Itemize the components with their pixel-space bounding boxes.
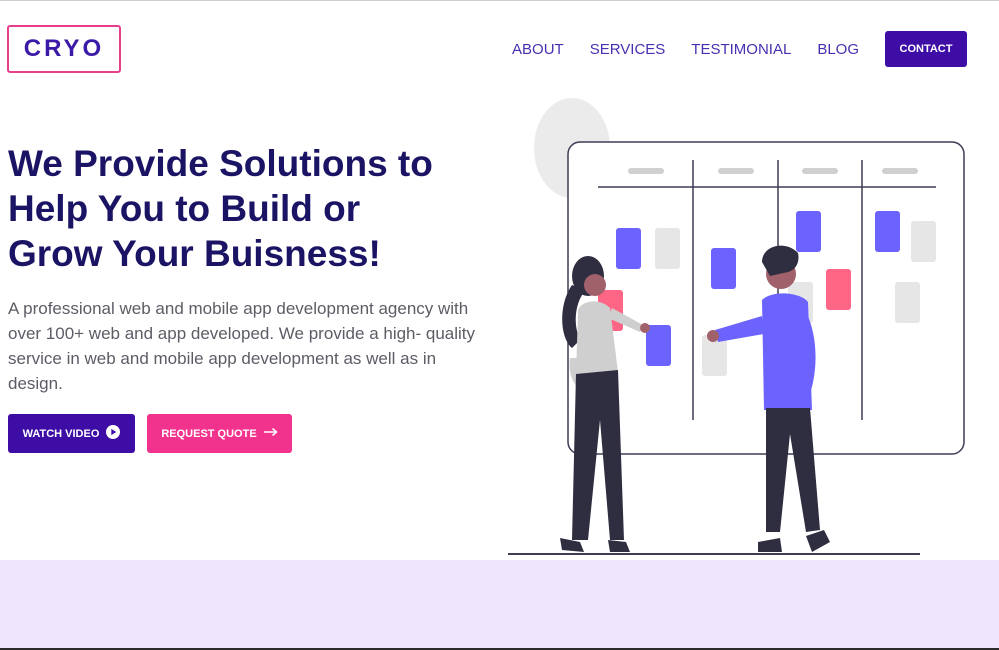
hero-title-line-3: Grow Your Buisness!	[8, 233, 381, 274]
hero-title: We Provide Solutions to Help You to Buil…	[8, 141, 478, 276]
request-quote-button[interactable]: REQUEST QUOTE	[147, 414, 292, 453]
play-circle-icon	[106, 425, 121, 442]
hero-title-line-2: Help You to Build or	[8, 188, 361, 229]
contact-button[interactable]: CONTACT	[885, 31, 967, 67]
nav-services[interactable]: SERVICES	[590, 41, 666, 58]
main-nav: ABOUT SERVICES TESTIMONIAL BLOG CONTACT	[512, 31, 967, 67]
bottom-section-band	[0, 560, 999, 648]
hero-title-line-1: We Provide Solutions to	[8, 143, 433, 184]
arrow-right-icon	[263, 427, 278, 440]
nav-about[interactable]: ABOUT	[512, 41, 564, 58]
logo[interactable]: CRYO	[7, 25, 121, 73]
nav-blog[interactable]: BLOG	[817, 41, 859, 58]
team-board-illustration	[508, 98, 965, 555]
request-quote-label: REQUEST QUOTE	[161, 427, 257, 440]
hero-description: A professional web and mobile app develo…	[8, 299, 476, 393]
logo-text: CRYO	[23, 35, 105, 62]
watch-video-label: WATCH VIDEO	[22, 427, 100, 440]
nav-testimonial[interactable]: TESTIMONIAL	[691, 41, 791, 58]
watch-video-button[interactable]: WATCH VIDEO	[8, 414, 135, 453]
